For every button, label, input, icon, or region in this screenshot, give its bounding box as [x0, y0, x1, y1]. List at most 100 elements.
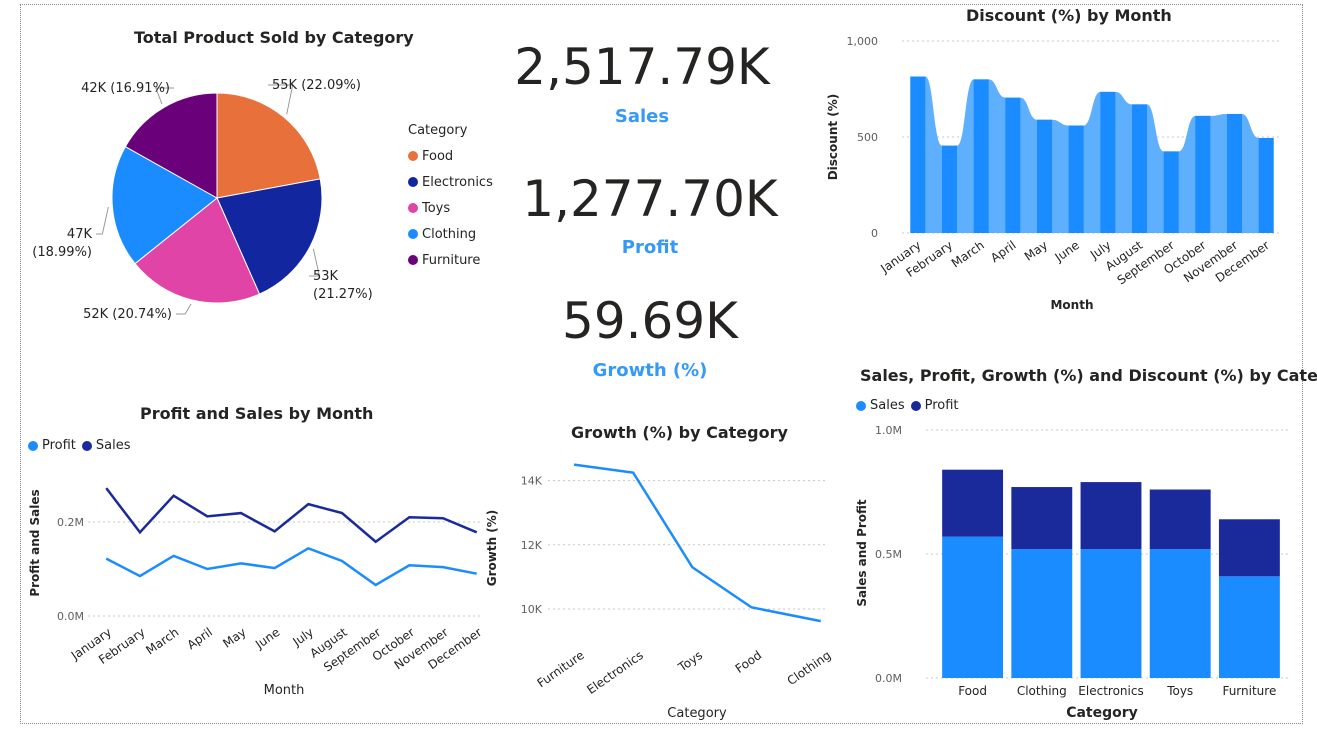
pie-data-label: 52K (20.74%): [83, 307, 172, 322]
y-tick-label: 0.0M: [875, 672, 902, 685]
legend-label: Furniture: [422, 252, 481, 268]
legend-dot-icon: [408, 255, 418, 265]
legend-profit: Profit: [42, 438, 76, 453]
stacked-bar-profit: [1080, 482, 1142, 550]
pie-data-label: 47K (18.99%): [32, 227, 92, 260]
pie-legend-item[interactable]: Clothing: [408, 221, 493, 247]
pie-data-label: 53K (21.27%): [313, 269, 373, 302]
x-axis-label: Month: [1050, 298, 1093, 312]
kpi-sales-value: 2,517.79K: [514, 38, 770, 96]
y-tick-label: 1,000: [847, 35, 879, 48]
x-tick-label: Food: [958, 684, 987, 698]
pie-leader-line: [96, 206, 109, 235]
stacked-bar-profit: [942, 469, 1004, 537]
x-tick-label: May: [1022, 238, 1050, 264]
x-tick-label: Toys: [1166, 684, 1193, 698]
x-tick-label: March: [949, 238, 987, 270]
discount-bar: [1037, 119, 1052, 233]
y-axis-label: Sales and Profit: [855, 499, 869, 607]
kpi-growth-label: Growth (%): [592, 360, 708, 381]
x-tick-label: Toys: [675, 648, 705, 675]
legend-dot-icon: [408, 151, 418, 161]
discount-bar: [1227, 113, 1242, 233]
y-tick-label: 500: [857, 131, 878, 144]
x-tick-label: Food: [733, 648, 765, 676]
y-axis-label: Growth (%): [485, 510, 499, 587]
discount-bar: [1258, 137, 1274, 233]
legend-dot-icon: [408, 229, 418, 239]
legend-dot-icon: [910, 400, 921, 411]
pie-legend-title: Category: [408, 123, 468, 138]
kpi-growth-value: 59.69K: [562, 292, 738, 350]
stacked-chart-title: Sales, Profit, Growth (%) and Discount (…: [860, 366, 1317, 385]
stacked-bar-profit: [1218, 519, 1280, 577]
legend-sales: Sales: [95, 438, 131, 453]
pie-chart[interactable]: 55K (22.09%) 53K (21.27%) 52K (20.74%) 47K (1…: [20, 55, 440, 385]
y-tick-label: 0: [871, 227, 878, 240]
stacked-legend: Sales Profit: [856, 398, 965, 413]
x-tick-label: June: [252, 625, 282, 652]
y-axis-label: Profit and Sales: [28, 489, 42, 596]
legend-label: Clothing: [422, 226, 477, 242]
legend-profit: Profit: [924, 398, 959, 413]
discount-bar: [910, 76, 926, 233]
x-tick-label: April: [185, 625, 216, 652]
x-axis-label: Month: [264, 683, 305, 698]
y-tick-label: 0.5M: [875, 548, 902, 561]
profit-sales-chart-title: Profit and Sales by Month: [140, 404, 374, 423]
kpi-sales-label: Sales: [614, 106, 670, 127]
legend-dot-icon: [408, 203, 418, 213]
stacked-bar-profit: [1149, 489, 1211, 550]
x-axis-label: Category: [1066, 705, 1138, 721]
discount-area: [910, 76, 1274, 233]
series-line-profit: [105, 546, 477, 587]
stacked-bar-sales: [1149, 549, 1211, 678]
y-tick-label: 0.2M: [57, 516, 84, 529]
discount-bar: [1195, 115, 1211, 233]
legend-dot-icon: [408, 177, 418, 187]
x-tick-label: May: [220, 625, 248, 651]
legend-label: Toys: [422, 200, 451, 216]
legend-label: Electronics: [422, 174, 493, 190]
x-tick-label: June: [1052, 238, 1082, 265]
y-axis-label: Discount (%): [826, 94, 840, 181]
discount-bar: [1068, 125, 1084, 233]
y-tick-label: 0.0M: [57, 610, 84, 623]
profit-sales-chart[interactable]: 0.0M0.2MJanuaryFebruaryMarch April May June…: [20, 460, 490, 710]
stacked-bar-sales: [1218, 576, 1280, 678]
y-tick-label: 12K: [521, 539, 543, 552]
pie-legend-item[interactable]: Electronics: [408, 169, 493, 195]
y-tick-label: 1.0M: [875, 424, 902, 437]
x-tick-label: Electronics: [584, 648, 646, 697]
pie-leader-line: [176, 303, 192, 315]
x-tick-label: Furniture: [1222, 684, 1276, 698]
kpi-profit-label: Profit: [621, 237, 679, 258]
x-tick-label: Clothing: [785, 648, 834, 688]
discount-chart-title: Discount (%) by Month: [966, 6, 1172, 25]
stacked-bar-sales: [1080, 549, 1142, 678]
x-axis-label: Category: [667, 706, 727, 721]
legend-dot-icon: [28, 440, 38, 451]
legend-dot-icon: [856, 400, 866, 411]
discount-bar: [973, 79, 989, 234]
x-tick-label: March: [143, 625, 181, 657]
x-tick-label: April: [988, 238, 1019, 265]
discount-chart[interactable]: 05001,000JanuaryFebruaryMarch April May Jun…: [820, 25, 1300, 335]
stacked-bar-sales: [942, 536, 1004, 678]
x-tick-label: Furniture: [535, 648, 587, 690]
pie-data-label: 42K (16.91%): [81, 81, 170, 96]
pie-legend-item[interactable]: Food: [408, 143, 493, 169]
stacked-bar-sales: [1011, 549, 1073, 678]
discount-bar: [1005, 97, 1021, 233]
pie-chart-title: Total Product Sold by Category: [134, 28, 414, 47]
growth-chart[interactable]: 10K 12K 14K FurnitureElectronics Toys Food Clo…: [480, 440, 840, 730]
stacked-bar-chart[interactable]: 0.0M 0.5M 1.0M Food Clothing Electronics Toys F…: [840, 415, 1300, 725]
y-tick-label: 10K: [521, 603, 543, 616]
legend-sales: Sales: [870, 398, 905, 413]
stacked-bar-profit: [1011, 487, 1073, 550]
x-tick-label: Clothing: [1017, 684, 1067, 698]
legend-label: Food: [422, 148, 454, 164]
pie-legend-item[interactable]: Toys: [408, 195, 493, 221]
pie-legend-item[interactable]: Furniture: [408, 247, 493, 273]
pie-legend: Category Food Electronics Toys Clothing Furn…: [408, 123, 493, 273]
